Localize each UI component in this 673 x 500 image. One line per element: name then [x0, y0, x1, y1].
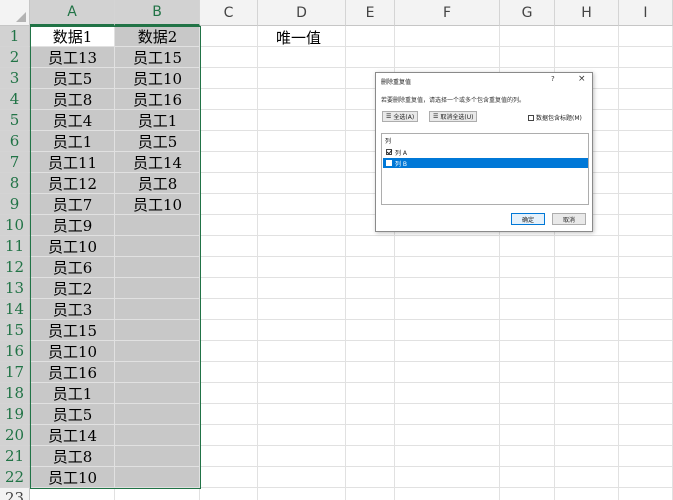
row-header-10[interactable]: 10: [0, 215, 30, 236]
dialog-title: 删除重复值: [381, 79, 412, 86]
cell[interactable]: 员工15: [30, 320, 115, 341]
grid-line-v: [618, 26, 619, 500]
column-header-c[interactable]: C: [200, 0, 258, 26]
row-header-22[interactable]: 22: [0, 467, 30, 488]
cell[interactable]: 员工10: [30, 236, 115, 257]
cell[interactable]: 员工14: [115, 152, 200, 173]
row-header-20[interactable]: 20: [0, 425, 30, 446]
header-checkbox-row[interactable]: 数据包含标题(M): [528, 113, 582, 122]
cell[interactable]: 员工10: [115, 194, 200, 215]
row-header-8[interactable]: 8: [0, 173, 30, 194]
cell[interactable]: 员工8: [30, 89, 115, 110]
row-header-13[interactable]: 13: [0, 278, 30, 299]
list-header: 列: [385, 138, 392, 145]
help-icon[interactable]: ?: [551, 75, 555, 83]
column-header-b[interactable]: B: [115, 0, 200, 26]
column-header-e[interactable]: E: [346, 0, 395, 26]
cell[interactable]: 员工5: [30, 68, 115, 89]
cell[interactable]: 数据2: [115, 26, 200, 47]
row-header-17[interactable]: 17: [0, 362, 30, 383]
cell[interactable]: 员工16: [30, 362, 115, 383]
remove-duplicates-dialog: 删除重复值 ? × 若要删除重复值，请选择一个或多个包含重复值的列。 ☰ 全选(…: [375, 72, 593, 232]
column-header-g[interactable]: G: [500, 0, 555, 26]
cell-d1[interactable]: 唯一值: [276, 27, 321, 48]
row-header-21[interactable]: 21: [0, 446, 30, 467]
row-header-16[interactable]: 16: [0, 341, 30, 362]
cell[interactable]: 员工3: [30, 299, 115, 320]
list-item-column-a[interactable]: 列 A: [383, 147, 588, 157]
cell[interactable]: 员工8: [30, 446, 115, 467]
row-header-14[interactable]: 14: [0, 299, 30, 320]
cell[interactable]: 员工2: [30, 278, 115, 299]
cell[interactable]: 员工10: [30, 341, 115, 362]
column-header-a[interactable]: A: [30, 0, 115, 26]
cell[interactable]: 员工5: [115, 131, 200, 152]
cell[interactable]: 员工10: [115, 68, 200, 89]
cell[interactable]: 员工10: [30, 467, 115, 488]
list-check-icon: ☰: [386, 113, 392, 120]
column-b-checkbox[interactable]: [386, 160, 392, 166]
column-listbox[interactable]: 列 列 A 列 B: [381, 133, 589, 205]
dialog-instruction: 若要删除重复值，请选择一个或多个包含重复值的列。: [381, 97, 526, 104]
cell[interactable]: 员工1: [30, 131, 115, 152]
list-icon: ☰: [433, 113, 439, 120]
column-a-checkbox[interactable]: [386, 149, 392, 155]
row-header-2[interactable]: 2: [0, 47, 30, 68]
row-header-1[interactable]: 1: [0, 26, 30, 47]
row-header-12[interactable]: 12: [0, 257, 30, 278]
row-header-23[interactable]: 23: [0, 488, 30, 500]
cell[interactable]: 员工12: [30, 173, 115, 194]
cell[interactable]: 员工5: [30, 404, 115, 425]
header-checkbox[interactable]: [528, 114, 534, 121]
row-header-6[interactable]: 6: [0, 131, 30, 152]
grid-line-v: [345, 26, 346, 500]
cell[interactable]: 员工16: [115, 89, 200, 110]
row-header-18[interactable]: 18: [0, 383, 30, 404]
cell[interactable]: 员工9: [30, 215, 115, 236]
cell[interactable]: 员工4: [30, 110, 115, 131]
select-all-button[interactable]: ☰ 全选(A): [382, 111, 419, 122]
cell[interactable]: 数据1: [30, 26, 115, 47]
cancel-button[interactable]: 取消: [552, 213, 586, 225]
cell[interactable]: 员工11: [30, 152, 115, 173]
column-header-f[interactable]: F: [395, 0, 500, 26]
unselect-all-button[interactable]: ☰ 取消全选(U): [429, 111, 478, 122]
cell[interactable]: 员工6: [30, 257, 115, 278]
list-item-column-b[interactable]: 列 B: [383, 158, 588, 168]
grid-line-v: [257, 26, 258, 500]
cell[interactable]: 员工1: [30, 383, 115, 404]
cell[interactable]: 员工8: [115, 173, 200, 194]
row-header-19[interactable]: 19: [0, 404, 30, 425]
cell[interactable]: 员工1: [115, 110, 200, 131]
column-header-h[interactable]: H: [555, 0, 619, 26]
select-all-corner[interactable]: [0, 0, 30, 26]
column-header-i[interactable]: I: [619, 0, 673, 26]
row-header-11[interactable]: 11: [0, 236, 30, 257]
row-header-4[interactable]: 4: [0, 89, 30, 110]
row-header-3[interactable]: 3: [0, 68, 30, 89]
ok-button[interactable]: 确定: [511, 213, 545, 225]
row-header-5[interactable]: 5: [0, 110, 30, 131]
column-header-d[interactable]: D: [258, 0, 346, 26]
cell[interactable]: 员工15: [115, 47, 200, 68]
close-icon[interactable]: ×: [578, 74, 586, 84]
row-header-9[interactable]: 9: [0, 194, 30, 215]
row-header-15[interactable]: 15: [0, 320, 30, 341]
cell[interactable]: 员工14: [30, 425, 115, 446]
cell[interactable]: 员工13: [30, 47, 115, 68]
row-header-7[interactable]: 7: [0, 152, 30, 173]
cell[interactable]: 员工7: [30, 194, 115, 215]
